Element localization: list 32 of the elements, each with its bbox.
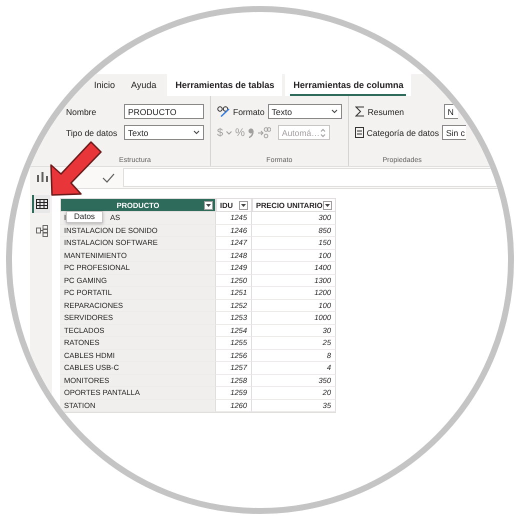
format-label: Formato [233,106,265,116]
caret-icon [330,109,338,114]
model-icon [36,225,48,237]
filter-dropdown[interactable] [323,200,332,210]
data-type-dropdown[interactable]: Texto [124,125,204,140]
summary-label: Resumen [368,106,406,116]
check-icon[interactable] [102,172,115,182]
table-icon [36,199,48,209]
ribbon-tab[interactable]: Inicio [86,74,124,96]
ribbon-tab[interactable]: Herramientas de tablas [167,74,282,96]
caret-icon [193,130,200,135]
caret-icon [226,130,232,134]
category-dropdown[interactable]: Sin c [442,125,466,140]
filter-dropdown[interactable] [204,201,213,210]
caret-icon [206,204,211,207]
report-icon [36,172,48,182]
sigma-icon [354,106,365,117]
sidebar-button[interactable] [32,195,50,213]
caret-icon [241,204,246,206]
format-icon [217,106,230,117]
category-label: Categoría de datos [366,128,439,138]
tooltip: Datos [66,211,103,223]
data-type-label: Tipo de datos [66,128,118,138]
caret-icon [325,204,330,206]
filter-dropdown[interactable] [239,200,248,210]
category-icon [354,127,364,138]
spinner-icon [320,128,326,138]
name-label: Nombre [66,106,98,116]
ribbon-tab[interactable]: Ayuda [123,74,164,96]
summary-dropdown[interactable]: N [444,104,458,119]
ribbon-tab[interactable]: Herramientas de columna [285,74,412,96]
name-field[interactable]: PRODUCTO [124,104,204,119]
